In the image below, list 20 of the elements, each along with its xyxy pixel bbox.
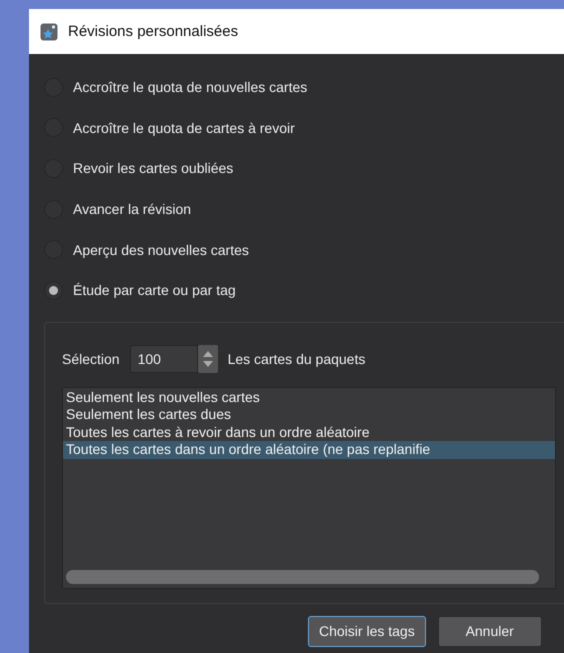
option-label[interactable]: Étude par carte ou par tag: [73, 282, 236, 298]
spinner-arrows-icon[interactable]: [198, 344, 218, 373]
app-icon: [40, 22, 58, 40]
list-item[interactable]: Toutes les cartes à revoir dans un ordre aléatoire: [63, 424, 555, 442]
selection-label: Sélection: [62, 350, 120, 367]
suffix-label: Les cartes du paquets: [228, 350, 366, 367]
list-item[interactable]: Seulement les cartes dues: [63, 406, 555, 424]
option-label[interactable]: Accroître le quota de cartes à revoir: [73, 120, 295, 136]
option-label[interactable]: Aperçu des nouvelles cartes: [73, 242, 249, 258]
list-item[interactable]: Toutes les cartes dans un ordre aléatoire (ne pas replanifie: [63, 441, 555, 459]
option-label[interactable]: Revoir les cartes oubliées: [73, 160, 234, 176]
choose-tags-button[interactable]: Choisir les tags: [308, 616, 426, 647]
list-item[interactable]: Seulement les nouvelles cartes: [63, 388, 555, 406]
option-label[interactable]: Accroître le quota de nouvelles cartes: [73, 79, 308, 96]
cancel-button[interactable]: Annuler: [438, 616, 542, 647]
number-field[interactable]: 100: [130, 344, 198, 373]
radio-button[interactable]: [44, 280, 63, 300]
window-title: Révisions personnalisées: [68, 23, 238, 40]
option-label[interactable]: Avancer la révision: [73, 201, 192, 218]
scrollbar[interactable]: [66, 570, 539, 584]
